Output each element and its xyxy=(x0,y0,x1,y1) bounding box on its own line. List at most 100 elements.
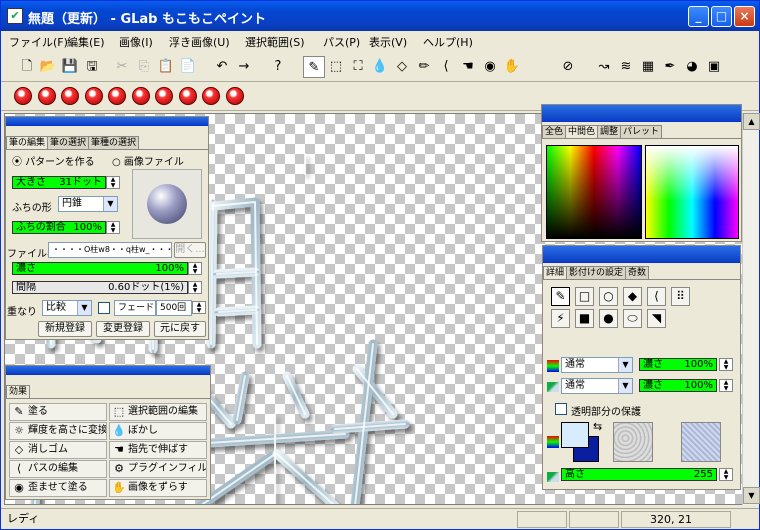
effect-item[interactable]: 💧 ぼかし xyxy=(109,422,207,440)
stop-button-icon[interactable] xyxy=(108,87,126,105)
stop-button-icon[interactable] xyxy=(14,87,32,105)
effect-item[interactable]: ☚ 指先で伸ばす xyxy=(109,441,207,459)
filled-rect-icon[interactable]: ■ xyxy=(575,309,594,328)
polygon-icon[interactable]: ◥ xyxy=(647,309,666,328)
cut-icon[interactable]: ✂ xyxy=(111,56,133,78)
brush-panel-header[interactable] xyxy=(6,117,208,126)
title-bar[interactable]: ✔ 無題（更新） - GLab もこもこペイント _ □ × xyxy=(1,1,759,31)
marker-icon[interactable]: ✏ xyxy=(413,56,435,78)
fade-spinner[interactable]: ▲ ▼ xyxy=(192,301,206,314)
protect-transparent-checkbox[interactable] xyxy=(555,403,567,415)
menu-view[interactable]: 表示(V) xyxy=(369,34,407,50)
select-rect-icon[interactable]: ⬚ xyxy=(325,56,347,78)
revert-button[interactable]: 元に戻す xyxy=(154,321,206,337)
edge-ratio-slider[interactable]: ふちの割合 100% xyxy=(12,221,106,234)
pen-icon[interactable]: ✒ xyxy=(659,56,681,78)
pen-icon[interactable]: ✎ xyxy=(551,287,570,306)
open-folder-icon[interactable]: 📂 xyxy=(37,56,59,78)
interval-spinner[interactable]: ▲ ▼ xyxy=(188,281,202,294)
stop-button-icon[interactable] xyxy=(155,87,173,105)
stop-button-icon[interactable] xyxy=(61,87,79,105)
path-icon[interactable]: ⟨ xyxy=(435,56,457,78)
tab-shadow-settings[interactable]: 影付けの設定 xyxy=(566,266,627,279)
density-slider[interactable]: 濃さ 100% xyxy=(12,262,188,275)
stamp-icon[interactable]: ⛶ xyxy=(347,56,369,78)
hand-icon[interactable]: ✋ xyxy=(501,56,523,78)
size-spinner[interactable]: ▲ ▼ xyxy=(106,176,120,189)
menu-selection[interactable]: 選択範囲(S) xyxy=(245,34,305,50)
menu-edit[interactable]: 編集(E) xyxy=(67,34,105,50)
water-drop-icon[interactable]: 💧 xyxy=(369,56,391,78)
filled-circle-icon[interactable]: ● xyxy=(599,309,618,328)
tab-brush-select[interactable]: 筆の選択 xyxy=(47,136,90,149)
eraser-icon[interactable]: ◇ xyxy=(391,56,413,78)
finger-icon[interactable]: ☚ xyxy=(457,56,479,78)
mode-select-1[interactable]: 通常 ▼ xyxy=(561,357,633,373)
density-slider-2[interactable]: 濃さ 100% xyxy=(639,379,717,392)
stop-button-icon[interactable] xyxy=(37,87,56,105)
color-panel-header[interactable] xyxy=(542,105,741,122)
lasso-icon[interactable]: ⟨ xyxy=(647,287,666,306)
copy-icon[interactable]: ⎘ xyxy=(133,56,155,78)
height-spinner[interactable]: ▲ ▼ xyxy=(719,468,733,481)
tab-palette[interactable]: パレット xyxy=(620,125,663,138)
no-entry-icon[interactable]: ⊘ xyxy=(557,56,579,78)
effect-item[interactable]: ✋ 画像をずらす xyxy=(109,479,207,497)
effect-item[interactable]: ⚙ プラグインフィルター xyxy=(109,460,207,478)
tab-effect[interactable]: 効果 xyxy=(6,385,31,398)
effect-item[interactable]: ✎ 塗る xyxy=(9,403,107,421)
rainbow-icon[interactable]: ◉ xyxy=(479,56,501,78)
stop-button-icon[interactable] xyxy=(178,87,197,105)
interval-slider[interactable]: 間隔 0.60ドット(1%) xyxy=(12,281,188,294)
save-icon[interactable]: 💾 xyxy=(59,56,81,78)
free-select-icon[interactable]: ⬭ xyxy=(623,309,642,328)
palette-icon[interactable]: ▣ xyxy=(703,56,725,78)
density-slider-1[interactable]: 濃さ 100% xyxy=(639,358,717,371)
ellipse-icon[interactable]: ○ xyxy=(599,287,618,306)
edge-spinner[interactable]: ▲ ▼ xyxy=(106,221,120,234)
density-2-spinner[interactable]: ▲ ▼ xyxy=(719,379,733,392)
swap-colors-icon[interactable]: ⇆ xyxy=(593,420,602,433)
rect-icon[interactable]: □ xyxy=(575,287,594,306)
effect-panel-header[interactable] xyxy=(6,366,210,375)
paste-new-icon[interactable]: 📄 xyxy=(177,56,199,78)
fill-icon[interactable]: ◆ xyxy=(623,287,642,306)
menu-help[interactable]: ヘルプ(H) xyxy=(423,34,473,50)
color-wheel-icon[interactable]: ◕ xyxy=(681,56,703,78)
close-button[interactable]: × xyxy=(734,6,755,27)
detail-panel-header[interactable] xyxy=(543,246,740,263)
overlap-select[interactable]: 比較 ▼ xyxy=(42,300,92,316)
texture-swatch-1[interactable] xyxy=(613,422,653,462)
gradient-icon[interactable]: ▦ xyxy=(637,56,659,78)
size-slider[interactable]: 大きさ 31ドット xyxy=(12,176,106,189)
effect-item[interactable]: ◇ 消しゴム xyxy=(9,441,107,459)
fade-checkbox[interactable] xyxy=(98,302,110,314)
new-file-icon[interactable]: 🗋 xyxy=(16,56,38,78)
tab-mid-colors[interactable]: 中間色 xyxy=(565,125,599,138)
open-button[interactable]: 開く... xyxy=(174,242,206,258)
maximize-button[interactable]: □ xyxy=(711,6,732,27)
menu-file[interactable]: ファイル(F) xyxy=(9,34,68,50)
change-register-button[interactable]: 変更登録 xyxy=(96,321,150,337)
tab-all-colors[interactable]: 全色 xyxy=(542,125,567,138)
minimize-button[interactable]: _ xyxy=(688,6,709,27)
help-icon[interactable]: ? xyxy=(267,56,289,78)
effect-item[interactable]: ◉ 歪ませて塗る xyxy=(9,479,107,497)
menu-float-image[interactable]: 浮き画像(U) xyxy=(169,34,230,50)
brush-tool-icon[interactable]: ✎ xyxy=(303,56,325,78)
redo-icon[interactable]: → xyxy=(233,56,255,78)
scroll-up-arrow[interactable]: ▲ xyxy=(743,113,760,130)
light-color-field[interactable] xyxy=(645,145,739,239)
fade-count[interactable]: 500回 xyxy=(156,300,192,316)
texture-swatch-2[interactable] xyxy=(681,422,721,462)
save-as-icon[interactable]: 🖫 xyxy=(81,56,103,78)
tab-odd[interactable]: 奇数 xyxy=(625,266,650,279)
tab-brush-edit[interactable]: 筆の編集 xyxy=(6,136,49,149)
lightning-icon[interactable]: ⚡ xyxy=(551,309,570,328)
density-1-spinner[interactable]: ▲ ▼ xyxy=(719,358,733,371)
radio-image-file[interactable]: ○ 画像ファイル xyxy=(112,153,184,168)
effect-item[interactable]: ⟨ パスの編集 xyxy=(9,460,107,478)
shape-select[interactable]: 円錐 ▼ xyxy=(58,196,118,212)
smudge-icon[interactable]: ≋ xyxy=(615,56,637,78)
dots-icon[interactable]: ⠿ xyxy=(671,287,690,306)
